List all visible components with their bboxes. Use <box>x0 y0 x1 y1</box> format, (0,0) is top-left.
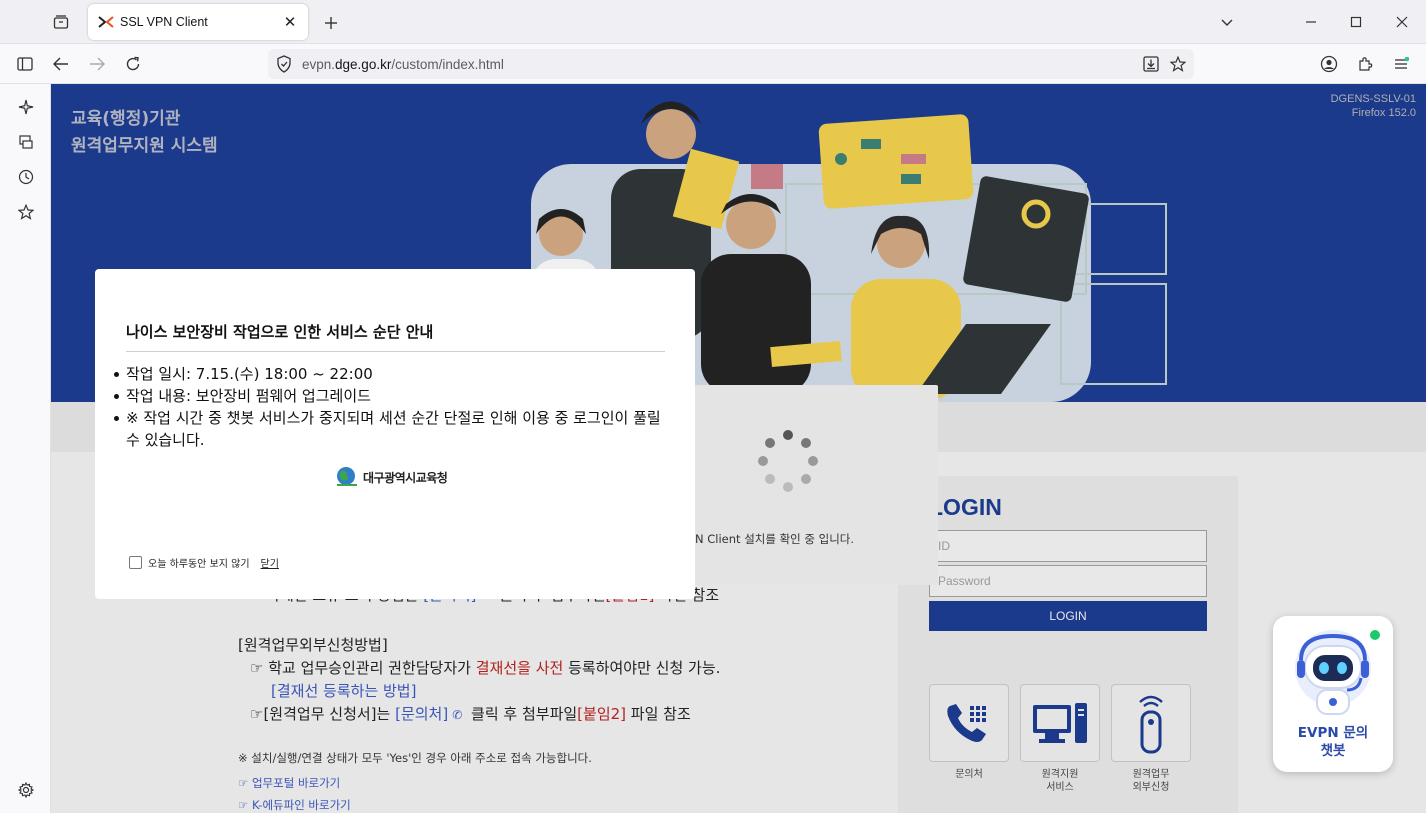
modal-close-link[interactable]: 닫기 <box>261 555 279 570</box>
office-logo-text: 대구광역시교육청 <box>363 470 448 485</box>
password-input[interactable]: Password <box>929 565 1207 597</box>
hero-title-line1: 교육(행정)기관 <box>71 109 181 129</box>
approval-text-b: 등록하여야만 신청 가능. <box>563 659 721 677</box>
history-icon[interactable] <box>13 164 39 190</box>
account-icon[interactable] <box>1315 50 1343 78</box>
shield-icon[interactable] <box>276 55 292 73</box>
maximize-icon[interactable] <box>1341 8 1371 36</box>
contact-link-2[interactable]: [문의처] <box>395 705 448 723</box>
approval-highlight: 결재선을 사전 <box>475 659 564 677</box>
work-portal-link[interactable]: ☞ 업무포털 바로가기 <box>238 775 592 791</box>
login-button[interactable]: LOGIN <box>929 601 1207 631</box>
tab-list-icon[interactable] <box>46 8 76 36</box>
approval-text-a: ☞ 학교 업무승인관리 권한담당자가 <box>250 659 476 677</box>
modal-divider <box>126 351 665 352</box>
globe-logo-icon <box>337 467 357 486</box>
tab-ssl-vpn[interactable]: SSL VPN Client ✕ <box>88 4 308 40</box>
notice-modal: 나이스 보안장비 작업으로 인한 서비스 순단 안내 작업 일시: 7.15.(… <box>95 269 695 599</box>
robot-icon <box>1295 630 1371 715</box>
hero-title-line2: 원격업무지원 시스템 <box>71 136 218 156</box>
request-form-text-c: 파일 참조 <box>626 705 691 723</box>
tab-bar: SSL VPN Client ✕ <box>0 0 1426 44</box>
url-domain: dge.go.kr <box>335 56 392 72</box>
forward-icon[interactable] <box>83 50 111 78</box>
bookmark-star-icon[interactable] <box>1167 54 1189 74</box>
tab-overflow-chevron-icon[interactable] <box>1212 8 1242 36</box>
modal-footer: 오늘 하루동안 보지 않기 닫기 <box>129 555 279 570</box>
id-input[interactable]: ID <box>929 530 1207 562</box>
request-form-text: ☞[원격업무 신청서]는 <box>250 705 396 723</box>
loading-spinner-icon <box>758 430 818 492</box>
tab-title: SSL VPN Client <box>120 15 208 29</box>
hero-title: 교육(행정)기관 원격업무지원 시스템 <box>71 106 218 160</box>
external-request-section: [원격업무외부신청방법] ☞ 학교 업무승인관리 권한담당자가 결재선을 사전 … <box>238 634 720 727</box>
approval-guide-link[interactable]: [결재선 등록하는 방법] <box>238 680 720 703</box>
url-bar[interactable]: evpn. dge.go.kr/custom/index.html <box>268 49 1194 79</box>
notice-item-date: 작업 일시: 7.15.(수) 18:00 ~ 22:00 <box>114 363 666 385</box>
login-title: LOGIN <box>929 494 1002 520</box>
chatbot-widget[interactable]: EVPN 문의 챗봇 <box>1273 616 1393 772</box>
service-contact-label: 문의처 <box>955 769 983 780</box>
menu-icon[interactable] <box>1387 50 1415 78</box>
dont-show-label[interactable]: 오늘 하루동안 보지 않기 <box>148 555 250 570</box>
attachment-2-link[interactable]: [붙임2] <box>577 705 626 723</box>
modal-title: 나이스 보안장비 작업으로 인한 서비스 순단 안내 <box>126 323 434 341</box>
remote-support-icon <box>1033 703 1087 743</box>
synced-tabs-icon[interactable] <box>13 129 39 155</box>
service-remote-request[interactable]: 원격업무 외부신청 <box>1111 684 1191 794</box>
url-path: /custom/index.html <box>391 56 504 72</box>
nav-bar: evpn. dge.go.kr/custom/index.html <box>0 44 1426 84</box>
access-note: ※ 설치/실행/연결 상태가 모두 'Yes'인 경우 아래 주소로 접속 가능… <box>238 750 592 813</box>
url-prefix: evpn. <box>302 56 336 72</box>
notice-item-warning: ※ 작업 시간 중 챗봇 서비스가 중지되며 세션 순간 단절로 인해 이용 중… <box>114 407 666 451</box>
chatbot-label-line1: EVPN 문의 <box>1297 725 1369 741</box>
service-contact[interactable]: 문의처 <box>929 684 1009 781</box>
back-icon[interactable] <box>47 50 75 78</box>
browser-sidebar <box>0 84 51 813</box>
service-remote-request-label: 원격업무 외부신청 <box>1132 769 1170 793</box>
new-tab-icon[interactable] <box>318 10 344 36</box>
dont-show-checkbox[interactable] <box>129 556 142 569</box>
chatbot-label: EVPN 문의 챗봇 <box>1273 724 1393 760</box>
site-favicon-icon <box>98 16 114 28</box>
download-page-icon[interactable] <box>1140 54 1162 74</box>
window-close-icon[interactable] <box>1387 8 1417 36</box>
hero-meta: DGENS-SSLV-01 Firefox 152.0 <box>1331 92 1416 120</box>
office-logo: 대구광역시교육청 <box>335 466 448 488</box>
phone-icon <box>947 704 986 742</box>
edufine-link[interactable]: ☞ K-에듀파인 바로가기 <box>238 797 592 813</box>
phone-small-icon: ✆ <box>452 708 463 722</box>
chatbot-label-line2: 챗봇 <box>1320 743 1346 759</box>
tab-close-icon[interactable]: ✕ <box>282 13 298 31</box>
server-id: DGENS-SSLV-01 <box>1330 93 1416 105</box>
access-note-text: ※ 설치/실행/연결 상태가 모두 'Yes'인 경우 아래 주소로 접속 가능… <box>238 751 592 765</box>
reload-icon[interactable] <box>119 50 147 78</box>
remote-request-icon <box>1139 695 1163 754</box>
service-remote-support[interactable]: 원격지원 서비스 <box>1020 684 1100 794</box>
service-remote-support-label: 원격지원 서비스 <box>1041 769 1079 793</box>
minimize-icon[interactable] <box>1296 8 1326 36</box>
notice-list: 작업 일시: 7.15.(수) 18:00 ~ 22:00 작업 내용: 보안장… <box>114 363 666 451</box>
extensions-icon[interactable] <box>1351 50 1379 78</box>
sidebar-toggle-icon[interactable] <box>11 50 39 78</box>
settings-gear-icon[interactable] <box>13 777 39 803</box>
section-title: [원격업무외부신청방법] <box>238 636 388 654</box>
bookmarks-icon[interactable] <box>13 199 39 225</box>
notice-item-content: 작업 내용: 보안장비 펌웨어 업그레이드 <box>114 385 666 407</box>
request-form-text-b: 클릭 후 첨부파일 <box>466 705 578 723</box>
ai-chatbot-icon[interactable] <box>13 94 39 120</box>
browser-version: Firefox 152.0 <box>1351 107 1416 119</box>
